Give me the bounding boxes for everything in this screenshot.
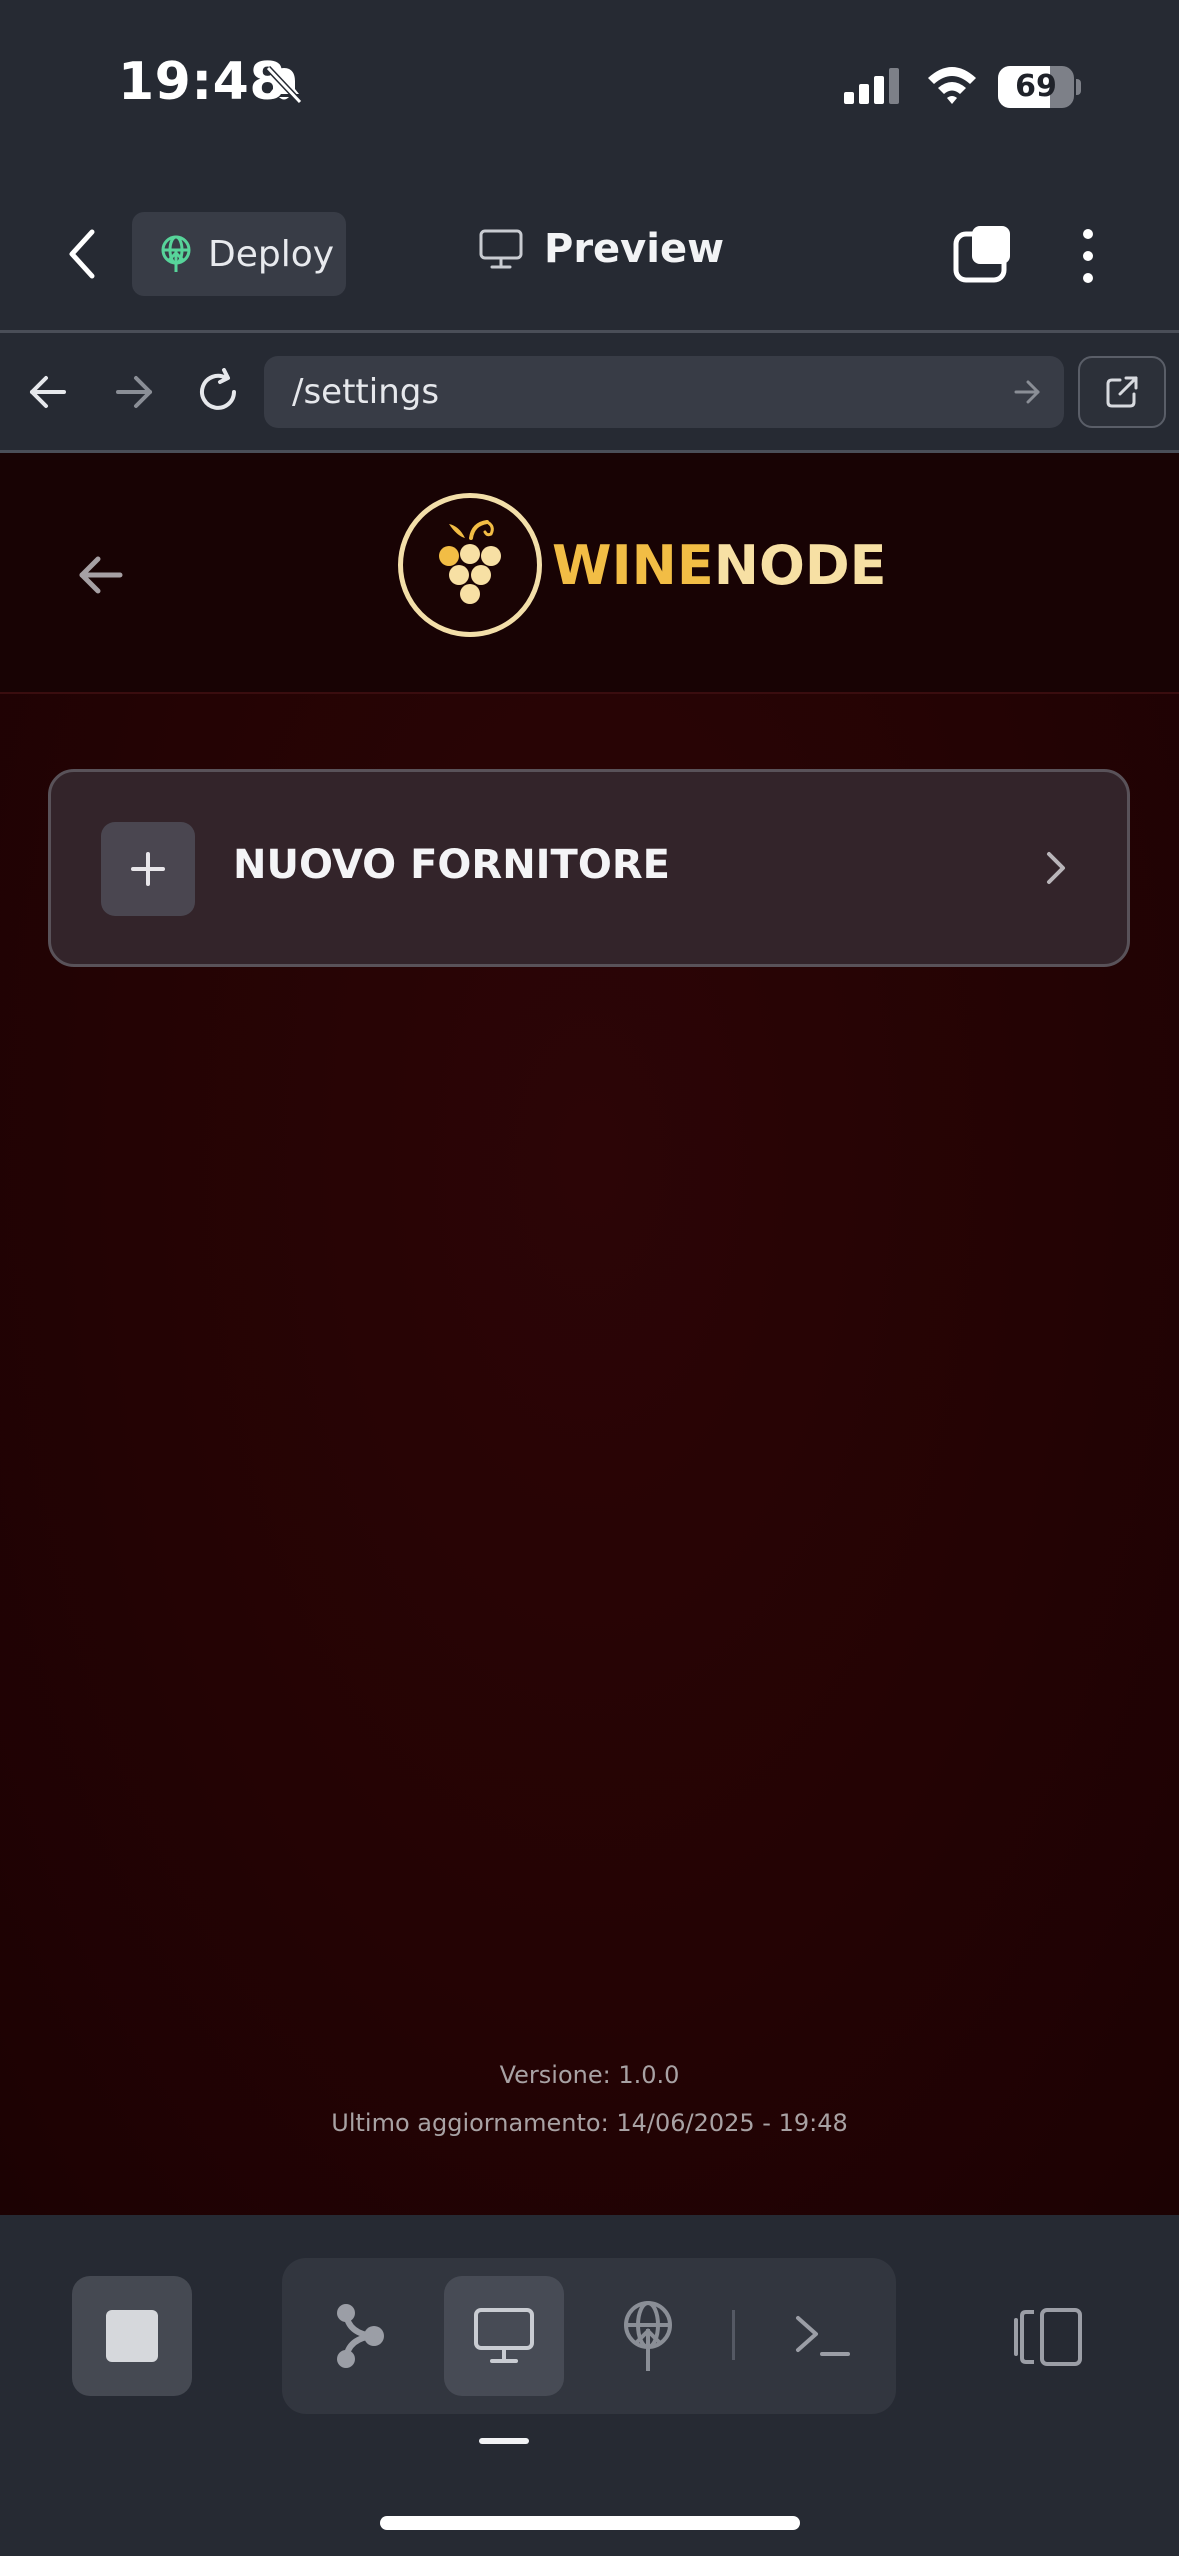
app-header: WINENODE bbox=[0, 453, 1179, 694]
arrow-right-icon[interactable] bbox=[112, 372, 156, 412]
git-branch-icon bbox=[337, 2304, 384, 2368]
url-bar[interactable]: /settings bbox=[264, 356, 1064, 428]
app-viewport: WINENODE NUOVO FORNITORE Versione: 1.0.0… bbox=[0, 453, 1179, 2215]
tool-deploy[interactable] bbox=[588, 2276, 708, 2396]
preview-label: Preview bbox=[544, 226, 725, 272]
plus-icon bbox=[131, 852, 165, 886]
terminal-icon bbox=[796, 2316, 850, 2356]
deploy-button[interactable]: Deploy bbox=[132, 212, 346, 296]
brand-wine: WINE bbox=[552, 533, 714, 597]
plus-icon-box bbox=[101, 822, 195, 916]
more-vertical-icon[interactable] bbox=[1068, 226, 1108, 286]
version-text: Versione: 1.0.0 bbox=[499, 2061, 680, 2089]
nav-divider bbox=[0, 330, 1179, 333]
bell-slash-icon bbox=[265, 65, 303, 105]
last-updated-text: Ultimo aggiornamento: 14/06/2025 - 19:48 bbox=[331, 2109, 848, 2137]
wifi-icon bbox=[928, 67, 976, 104]
monitor-icon bbox=[479, 229, 523, 269]
monitor-icon bbox=[474, 2308, 534, 2363]
brand-name: WINENODE bbox=[552, 534, 887, 597]
battery-icon: 69 bbox=[998, 66, 1081, 108]
panel-icon[interactable] bbox=[1010, 2306, 1084, 2368]
stop-button[interactable] bbox=[72, 2276, 192, 2396]
new-supplier-card[interactable]: NUOVO FORNITORE bbox=[48, 769, 1130, 967]
tool-git[interactable] bbox=[300, 2276, 420, 2396]
deploy-globe-icon bbox=[624, 2301, 672, 2371]
deploy-label: Deploy bbox=[208, 233, 335, 275]
chevron-right-icon bbox=[1047, 852, 1065, 884]
reload-icon[interactable] bbox=[194, 368, 242, 416]
deploy-globe-icon bbox=[161, 235, 191, 272]
arrow-right-icon[interactable] bbox=[1012, 378, 1042, 406]
preview-tab[interactable]: Preview bbox=[478, 226, 724, 272]
signal-icon bbox=[844, 68, 899, 104]
battery-percent: 69 bbox=[1015, 69, 1057, 104]
brand-logo: WINENODE bbox=[398, 493, 887, 637]
active-tab-indicator bbox=[479, 2438, 529, 2444]
card-label: NUOVO FORNITORE bbox=[233, 842, 670, 888]
toolbar-group bbox=[282, 2258, 896, 2414]
tool-terminal[interactable] bbox=[762, 2276, 882, 2396]
home-indicator[interactable] bbox=[380, 2516, 800, 2530]
toolbar-separator bbox=[732, 2310, 735, 2360]
chevron-left-icon[interactable] bbox=[62, 224, 102, 284]
stop-icon bbox=[106, 2310, 158, 2362]
external-link-icon bbox=[1106, 376, 1138, 408]
url-text: /settings bbox=[292, 372, 440, 412]
tool-preview[interactable] bbox=[444, 2276, 564, 2396]
tabs-icon[interactable] bbox=[952, 224, 1014, 284]
grape-logo-icon bbox=[398, 493, 542, 637]
open-external-button[interactable] bbox=[1078, 356, 1166, 428]
brand-node: NODE bbox=[713, 533, 887, 597]
status-time: 19:48 bbox=[118, 52, 287, 112]
arrow-left-icon[interactable] bbox=[26, 372, 70, 412]
arrow-left-icon[interactable] bbox=[76, 551, 126, 599]
